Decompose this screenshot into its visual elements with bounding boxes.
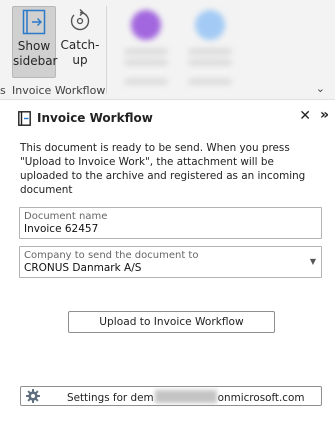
- pane-title: Invoice Workflow: [37, 111, 153, 125]
- ribbon-collapse-icon[interactable]: ⌄: [316, 82, 325, 95]
- expand-icon[interactable]: »: [320, 107, 329, 123]
- workflow-icon: [18, 110, 31, 126]
- settings-label: Settings for dem onmicrosoft.com: [67, 390, 305, 404]
- company-label: Company to send the document to: [24, 250, 199, 261]
- catchup-icon: [70, 9, 90, 31]
- ribbon-group-label-partial: s: [0, 84, 6, 97]
- company-select[interactable]: Company to send the document to CRONUS D…: [19, 246, 322, 278]
- pane-header: Invoice Workflow: [18, 109, 153, 127]
- info-text: This document is ready to be send. When …: [20, 142, 306, 196]
- show-sidebar-label-1: Show: [17, 39, 51, 53]
- show-sidebar-button[interactable]: Show sidebar: [12, 6, 58, 78]
- show-sidebar-label-2: sidebar: [13, 54, 58, 68]
- blurred-app-icon: [131, 10, 161, 40]
- document-name-value: Invoice 62457: [24, 223, 99, 235]
- blurred-ribbon-button-1[interactable]: [114, 6, 178, 98]
- document-name-label: Document name: [24, 211, 108, 222]
- invoice-workflow-pane: Invoice Workflow ✕ » This document is re…: [0, 100, 335, 433]
- ribbon: s Show sidebar Catch- up Invoice Workflo…: [0, 0, 335, 100]
- blurred-app-icon: [195, 10, 225, 40]
- upload-button[interactable]: Upload to Invoice Workflow: [68, 311, 275, 333]
- dropdown-icon: ▼: [309, 257, 316, 266]
- catchup-label-2: up: [72, 53, 88, 67]
- ribbon-separator: [106, 6, 107, 94]
- catchup-label-1: Catch-: [60, 38, 100, 52]
- ribbon-group-label: Invoice Workflow: [12, 84, 106, 97]
- close-icon[interactable]: ✕: [299, 108, 311, 124]
- document-name-field[interactable]: Document name Invoice 62457: [19, 207, 322, 239]
- settings-button[interactable]: Settings for dem onmicrosoft.com: [20, 386, 322, 406]
- sidebar-icon: [22, 9, 46, 35]
- catchup-button[interactable]: Catch- up: [60, 6, 100, 78]
- blurred-ribbon-button-2[interactable]: [178, 6, 242, 98]
- gear-icon: [26, 389, 40, 403]
- company-value: CRONUS Danmark A/S: [24, 262, 142, 274]
- redacted-text: [154, 390, 217, 403]
